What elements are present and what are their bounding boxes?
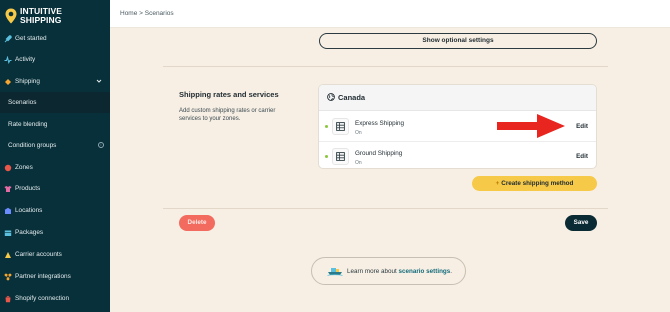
- sidebar-item-label: Condition groups: [8, 142, 57, 149]
- create-shipping-method-button[interactable]: + Create shipping method: [472, 176, 597, 191]
- sidebar-item-label: Shipping: [15, 78, 40, 85]
- save-button[interactable]: Save: [565, 215, 597, 231]
- status-dot: [325, 125, 328, 128]
- divider: [163, 66, 608, 67]
- locations-icon: [4, 207, 12, 215]
- shipping-icon: [4, 78, 12, 86]
- delete-button[interactable]: Delete: [179, 215, 215, 231]
- create-label: Create shipping method: [501, 180, 574, 187]
- sidebar-item-activity[interactable]: Activity: [0, 49, 110, 70]
- sidebar-item-label: Activity: [15, 56, 36, 63]
- logo-line-2: SHIPPING: [20, 15, 62, 25]
- logo-text: INTUITIVE SHIPPING: [20, 7, 62, 25]
- edit-button[interactable]: Edit: [576, 123, 588, 130]
- learn-more-box: Learn more about scenario settings.: [311, 257, 466, 285]
- packages-icon: [4, 229, 12, 237]
- sidebar-item-label: Partner integrations: [15, 273, 71, 280]
- sidebar-item-zones[interactable]: Zones: [0, 157, 110, 178]
- globe-icon: [327, 92, 335, 103]
- activity-icon: [4, 55, 12, 64]
- learn-more-text: Learn more about scenario settings.: [347, 268, 452, 275]
- sidebar-item-label: Carrier accounts: [15, 251, 62, 258]
- status-dot: [325, 155, 328, 158]
- sidebar-item-shopify-connection[interactable]: Shopify connection: [0, 288, 110, 309]
- info-icon[interactable]: i: [98, 142, 104, 148]
- rocket-icon: [4, 34, 12, 43]
- table-icon: [332, 148, 349, 165]
- learn-suffix: .: [450, 267, 453, 275]
- plus-icon: +: [495, 180, 500, 187]
- chevron-down-icon[interactable]: [96, 78, 102, 86]
- section-description: Add custom shipping rates or carrier ser…: [179, 108, 276, 122]
- sidebar-item-shipping[interactable]: Shipping: [0, 71, 110, 92]
- edit-button[interactable]: Edit: [576, 153, 588, 160]
- sidebar-item-label: Scenarios: [8, 99, 37, 106]
- sidebar-item-locations[interactable]: Locations: [0, 200, 110, 221]
- sidebar: INTUITIVE SHIPPING Get started Activity …: [0, 0, 110, 312]
- show-optional-settings-button[interactable]: Show optional settings: [319, 33, 597, 49]
- partner-icon: [4, 273, 12, 281]
- logo[interactable]: INTUITIVE SHIPPING: [5, 5, 105, 27]
- top-header: Home > Scenarios: [110, 0, 670, 28]
- ship-illustration-icon: [327, 264, 343, 278]
- products-icon: [4, 185, 12, 193]
- sidebar-item-get-started[interactable]: Get started: [0, 28, 110, 49]
- sidebar-item-rate-blending[interactable]: Rate blending: [0, 114, 110, 135]
- zones-icon: [4, 164, 12, 172]
- table-icon: [332, 118, 349, 135]
- zone-header: Canada: [319, 85, 596, 111]
- sidebar-item-label: Locations: [15, 207, 43, 214]
- learn-prefix: Learn more about: [347, 267, 397, 275]
- location-pin-logo-icon: [5, 8, 17, 24]
- scenario-settings-link[interactable]: scenario settings: [398, 268, 450, 275]
- sidebar-item-label: Shopify connection: [15, 295, 70, 302]
- section-title: Shipping rates and services: [179, 90, 279, 99]
- carrier-icon: [4, 251, 12, 259]
- sidebar-item-label: Rate blending: [8, 121, 48, 128]
- divider: [163, 208, 608, 209]
- shipping-rate-row[interactable]: Ground Shipping On Edit: [319, 141, 596, 168]
- rate-status: On: [355, 130, 362, 136]
- sidebar-item-label: Products: [15, 185, 41, 192]
- shopify-icon: [4, 295, 12, 303]
- zone-name: Canada: [338, 93, 366, 102]
- rate-name: Ground Shipping: [355, 150, 403, 157]
- sidebar-item-label: Get started: [15, 35, 47, 42]
- sidebar-item-label: Packages: [15, 229, 44, 236]
- sidebar-item-carrier-accounts[interactable]: Carrier accounts: [0, 244, 110, 265]
- sidebar-item-label: Zones: [15, 164, 33, 171]
- breadcrumb[interactable]: Home > Scenarios: [120, 10, 174, 17]
- rate-status: On: [355, 160, 362, 166]
- red-arrow-annotation-icon: [497, 114, 565, 138]
- sidebar-item-condition-groups[interactable]: Condition groups i: [0, 135, 110, 156]
- sidebar-item-scenarios[interactable]: Scenarios: [0, 92, 110, 113]
- sidebar-item-partner-integrations[interactable]: Partner integrations: [0, 266, 110, 287]
- rate-name: Express Shipping: [355, 120, 405, 127]
- sidebar-item-products[interactable]: Products: [0, 178, 110, 199]
- sidebar-item-packages[interactable]: Packages: [0, 222, 110, 243]
